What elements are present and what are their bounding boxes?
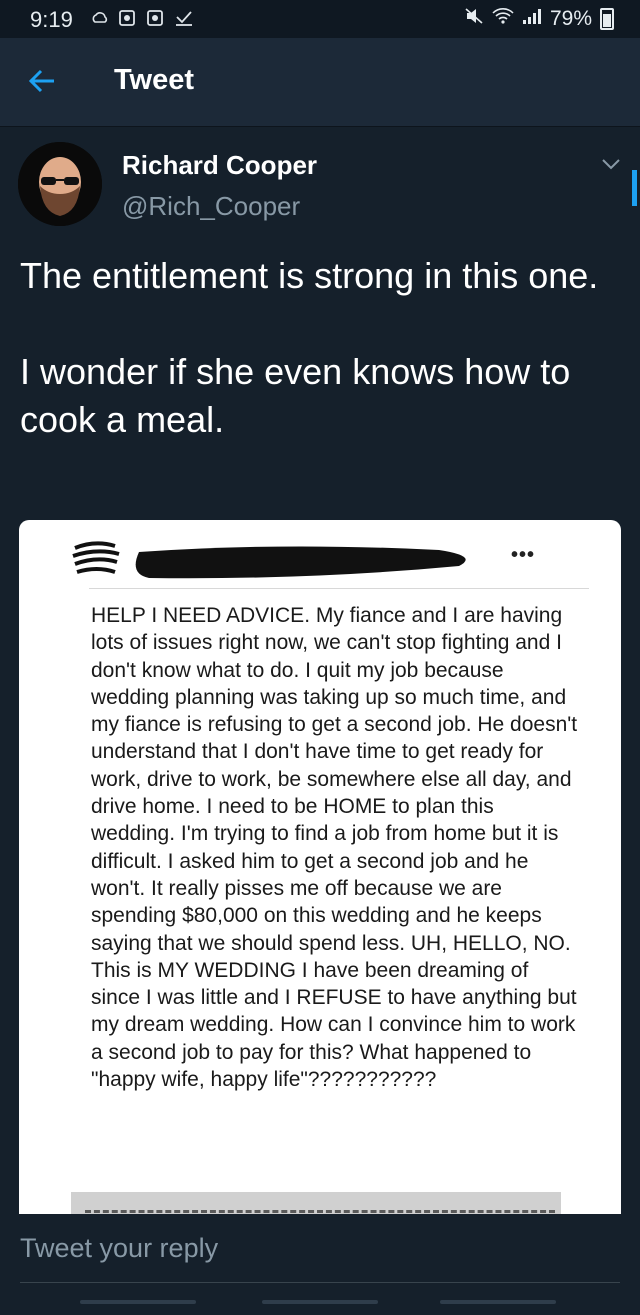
reply-divider [20, 1282, 620, 1283]
app-header: Tweet [0, 38, 640, 127]
back-button[interactable] [26, 64, 60, 98]
nav-indicator [80, 1300, 196, 1304]
tweet-options-button[interactable] [600, 156, 622, 172]
status-bar: 9:19 79% [0, 0, 640, 38]
divider [89, 588, 589, 589]
cloud-icon [90, 9, 110, 27]
redacted-name [72, 541, 466, 579]
status-right: 79% [464, 7, 614, 31]
notification-icon [146, 9, 166, 27]
notification-icon [118, 9, 138, 27]
scroll-indicator [632, 170, 637, 206]
avatar-image [18, 142, 102, 226]
post-text: HELP I NEED ADVICE. My fiance and I are … [91, 604, 578, 1092]
tweet-text: The entitlement is strong in this one. I… [20, 252, 620, 444]
page-title: Tweet [114, 64, 195, 96]
signal-icon [522, 7, 542, 31]
status-time: 9:19 [30, 7, 73, 32]
reply-input[interactable] [0, 1214, 640, 1282]
arrow-left-icon [28, 69, 54, 93]
status-left-icons [90, 9, 194, 27]
chevron-down-icon [602, 159, 620, 170]
mute-icon [464, 7, 484, 31]
tweet-paragraph: The entitlement is strong in this one. [20, 255, 599, 296]
reply-bar [0, 1214, 640, 1315]
author-name[interactable]: Richard Cooper [122, 150, 317, 181]
nav-indicator [262, 1300, 378, 1304]
download-check-icon [174, 9, 194, 27]
author-handle[interactable]: @Rich_Cooper [122, 191, 300, 222]
battery-icon [600, 8, 614, 30]
more-options-icon: ••• [511, 544, 536, 566]
battery-percent: 79% [549, 7, 592, 30]
nav-indicator [440, 1300, 556, 1304]
dashed-divider [85, 1210, 555, 1213]
avatar[interactable] [18, 142, 102, 226]
tweet-image[interactable]: ••• HELP I NEED ADVICE. My fiance and I … [19, 520, 621, 1220]
wifi-icon [492, 7, 514, 31]
tweet-paragraph: I wonder if she even knows how to cook a… [20, 351, 571, 440]
